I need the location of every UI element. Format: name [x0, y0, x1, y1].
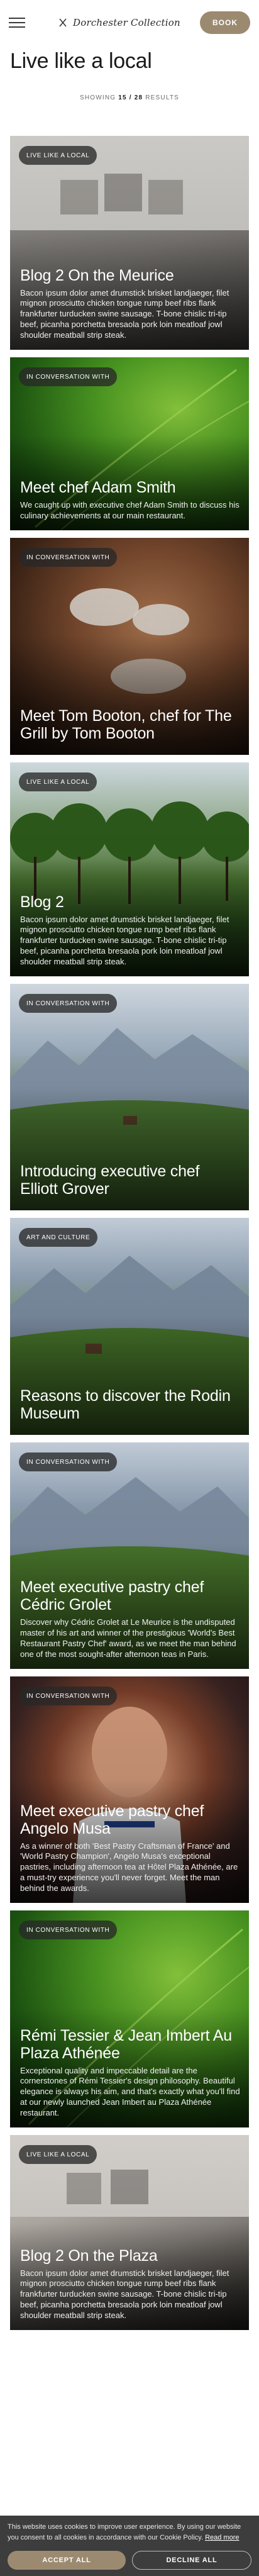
results-suffix: RESULTS [145, 94, 180, 101]
results-prefix: SHOWING [79, 94, 116, 101]
hamburger-menu-icon[interactable] [9, 16, 28, 30]
results-total: 28 [134, 94, 143, 101]
article-card[interactable]: IN CONVERSATION WITH Introducing executi… [10, 984, 249, 1210]
results-sep: / [129, 94, 132, 101]
results-shown: 15 [118, 94, 127, 101]
cookie-actions: ACCEPT ALL DECLINE ALL [8, 2551, 251, 2570]
article-excerpt: Bacon ipsum dolor amet drumstick brisket… [20, 2268, 229, 2321]
category-tag[interactable]: IN CONVERSATION WITH [19, 548, 118, 567]
category-tag[interactable]: IN CONVERSATION WITH [19, 1452, 118, 1471]
article-card[interactable]: IN CONVERSATION WITH Meet executive past… [10, 1676, 249, 1903]
accept-all-button[interactable]: ACCEPT ALL [8, 2551, 126, 2570]
article-card[interactable]: LIVE LIKE A LOCAL Blog 2 On the Plaza Ba… [10, 2135, 249, 2330]
article-title[interactable]: Meet executive pastry chef Cédric Grolet [20, 1578, 240, 1614]
article-card[interactable]: LIVE LIKE A LOCAL Blog 2 Bacon ipsum dol… [10, 762, 249, 976]
article-title[interactable]: Blog 2 On the Meurice [20, 267, 240, 284]
article-excerpt: Bacon ipsum dolor amet drumstick brisket… [20, 287, 229, 340]
article-title[interactable]: Meet Tom Booton, chef for The Grill by T… [20, 707, 240, 742]
category-tag[interactable]: LIVE LIKE A LOCAL [19, 772, 97, 791]
article-excerpt: Exceptional quality and impeccable detai… [20, 2065, 240, 2118]
article-title[interactable]: Introducing executive chef Elliott Grove… [20, 1163, 240, 1198]
book-button[interactable]: BOOK [200, 11, 250, 34]
brand-logo[interactable]: Dorchester Collection [58, 0, 180, 45]
article-card[interactable]: IN CONVERSATION WITH Meet executive past… [10, 1442, 249, 1669]
article-list: LIVE LIKE A LOCAL Blog 2 On the Meurice … [10, 136, 249, 2338]
decline-all-button[interactable]: DECLINE ALL [132, 2551, 251, 2570]
article-title[interactable]: Reasons to discover the Rodin Museum [20, 1387, 240, 1422]
page-title: Live like a local [10, 49, 152, 73]
article-title[interactable]: Meet chef Adam Smith [20, 479, 240, 496]
article-excerpt: Bacon ipsum dolor amet drumstick brisket… [20, 914, 229, 967]
results-count: SHOWING 15 / 28 RESULTS [0, 94, 259, 101]
brand-name: Dorchester Collection [73, 17, 180, 28]
article-excerpt: Discover why Cédric Grolet at Le Meurice… [20, 1617, 236, 1659]
article-title[interactable]: Meet executive pastry chef Angelo Musa [20, 1802, 240, 1837]
article-excerpt: As a winner of both 'Best Pastry Craftsm… [20, 1841, 238, 1893]
article-card[interactable]: IN CONVERSATION WITH Rémi Tessier & Jean… [10, 1910, 249, 2127]
article-title[interactable]: Blog 2 [20, 893, 240, 911]
category-tag[interactable]: ART AND CULTURE [19, 1228, 98, 1247]
article-card[interactable]: ART AND CULTURE Reasons to discover the … [10, 1218, 249, 1435]
article-card[interactable]: IN CONVERSATION WITH Meet Tom Booton, ch… [10, 538, 249, 755]
category-tag[interactable]: IN CONVERSATION WITH [19, 367, 118, 386]
category-tag[interactable]: LIVE LIKE A LOCAL [19, 146, 97, 165]
cookie-banner: This website uses cookies to improve use… [0, 2516, 259, 2576]
article-title[interactable]: Blog 2 On the Plaza [20, 2247, 240, 2265]
site-header: Dorchester Collection BOOK [0, 0, 259, 45]
cookie-read-more-link[interactable]: Read more [205, 2534, 239, 2541]
cookie-text: This website uses cookies to improve use… [8, 2522, 251, 2543]
category-tag[interactable]: IN CONVERSATION WITH [19, 994, 118, 1013]
article-card[interactable]: LIVE LIKE A LOCAL Blog 2 On the Meurice … [10, 136, 249, 350]
article-card[interactable]: IN CONVERSATION WITH Meet chef Adam Smit… [10, 357, 249, 530]
category-tag[interactable]: IN CONVERSATION WITH [19, 1687, 118, 1705]
article-title[interactable]: Rémi Tessier & Jean Imbert Au Plaza Athé… [20, 2027, 240, 2062]
dorchester-logo-icon [58, 18, 68, 28]
category-tag[interactable]: IN CONVERSATION WITH [19, 1921, 118, 1939]
article-excerpt: We caught up with executive chef Adam Sm… [20, 500, 240, 521]
category-tag[interactable]: LIVE LIKE A LOCAL [19, 2145, 97, 2164]
